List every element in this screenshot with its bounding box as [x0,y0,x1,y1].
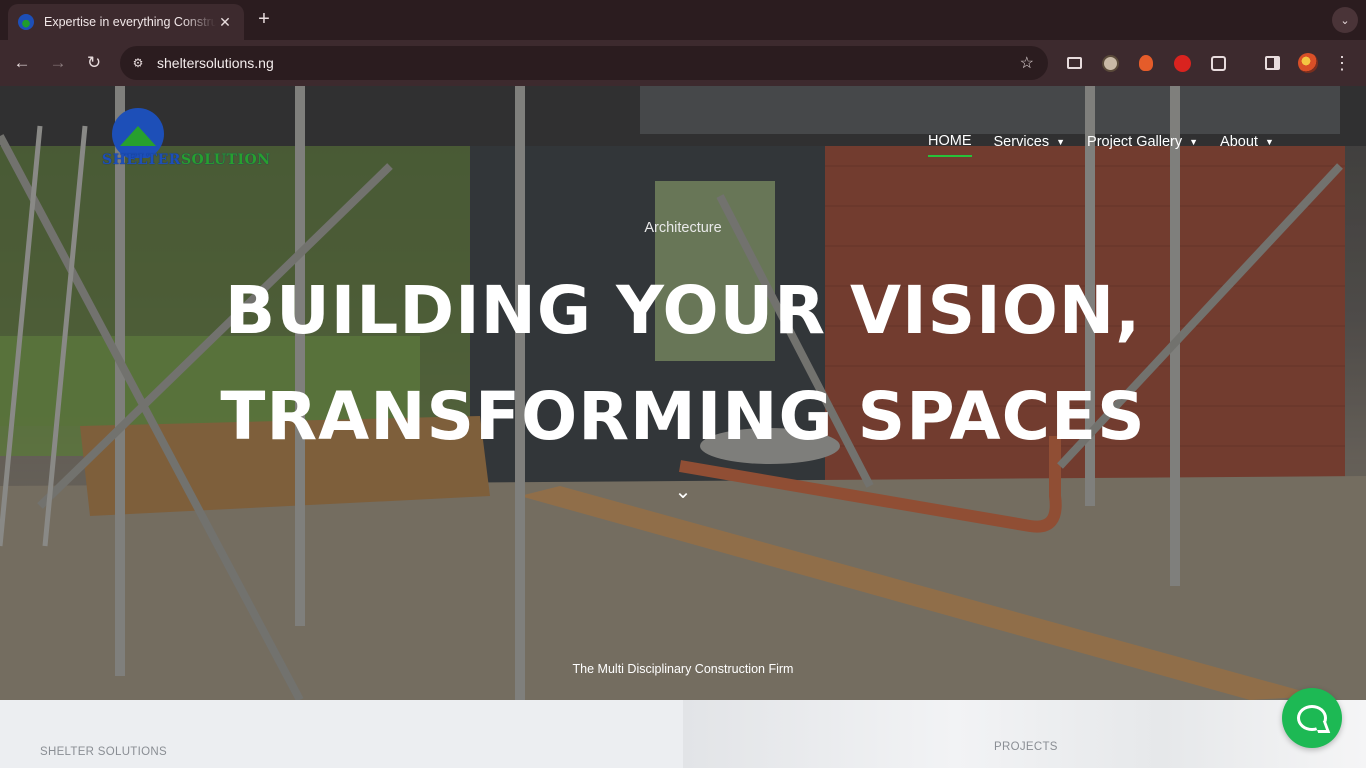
caret-down-icon: ▼ [1189,137,1199,147]
picture-in-picture-icon[interactable] [1064,53,1084,73]
tab-close-icon[interactable]: ✕ [216,14,234,31]
tab-search-chevron-icon[interactable]: ⌄ [1332,7,1358,33]
extension-fire-icon[interactable] [1136,53,1156,73]
main-navigation: HOME Services ▼ Project Gallery ▼ About ▼ [928,133,1274,157]
hero-headline-line-2: TRANSFORMING SPACES [220,378,1146,455]
nav-project-gallery[interactable]: Project Gallery ▼ [1087,133,1198,157]
browser-tab-bar: Expertise in everything Construction ✕ +… [0,0,1366,40]
browser-toolbar: ← → ↻ ⚙ sheltersolutions.ng ☆ ⋮ [0,40,1366,86]
logo-text: SHELTERSOLUTION [102,152,271,168]
nav-home-label: HOME [928,133,972,149]
tab-title: Expertise in everything Construction [44,15,216,29]
extension-stop-icon[interactable] [1172,53,1192,73]
projects-section: PROJECTS [683,700,1366,768]
bookmark-star-icon[interactable]: ☆ [1020,53,1034,73]
web-page: SHELTERSOLUTION HOME Services ▼ Project G… [0,86,1366,768]
back-arrow-icon[interactable]: ← [11,52,33,74]
nav-home[interactable]: HOME [928,133,972,157]
browser-menu-icon[interactable]: ⋮ [1332,53,1352,73]
nav-about[interactable]: About ▼ [1220,133,1274,157]
nav-about-label: About [1220,134,1258,150]
site-favicon-icon [18,14,34,30]
section-label-projects: PROJECTS [994,741,1058,753]
hero-tagline: The Multi Disciplinary Construction Firm [572,662,794,676]
nav-services[interactable]: Services ▼ [994,133,1066,157]
profile-avatar-icon[interactable] [1298,53,1318,73]
site-logo[interactable]: SHELTERSOLUTION [102,106,270,178]
address-bar[interactable]: ⚙ sheltersolutions.ng ☆ [120,46,1048,80]
hero-headline-line-1: BUILDING YOUR VISION, [224,272,1142,349]
browser-tab-active[interactable]: Expertise in everything Construction ✕ [8,4,244,40]
extension-eyes-icon[interactable] [1100,53,1120,73]
section-label-shelter-solutions: SHELTER SOLUTIONS [40,746,167,758]
url-text[interactable]: sheltersolutions.ng [157,55,274,71]
about-section: SHELTER SOLUTIONS [0,700,683,768]
forward-arrow-icon[interactable]: → [47,52,69,74]
nav-project-gallery-label: Project Gallery [1087,134,1183,150]
chat-widget-button[interactable] [1282,688,1342,748]
extensions-puzzle-icon[interactable] [1208,53,1228,73]
logo-emblem-icon [112,108,164,158]
caret-down-icon: ▼ [1056,137,1066,147]
hero-section: SHELTERSOLUTION HOME Services ▼ Project G… [0,86,1366,700]
intro-sections: SHELTER SOLUTIONS PROJECTS [0,700,1366,768]
side-panel-icon[interactable] [1262,53,1282,73]
new-tab-button[interactable]: + [254,9,274,29]
scroll-down-chevron-icon[interactable]: ⌄ [672,479,694,503]
site-info-icon[interactable]: ⚙ [128,53,148,73]
reload-icon[interactable]: ↻ [83,52,105,74]
hero-eyebrow: Architecture [644,220,722,236]
caret-down-icon: ▼ [1264,137,1274,147]
chat-bubble-icon [1297,705,1327,731]
nav-services-label: Services [993,134,1050,150]
